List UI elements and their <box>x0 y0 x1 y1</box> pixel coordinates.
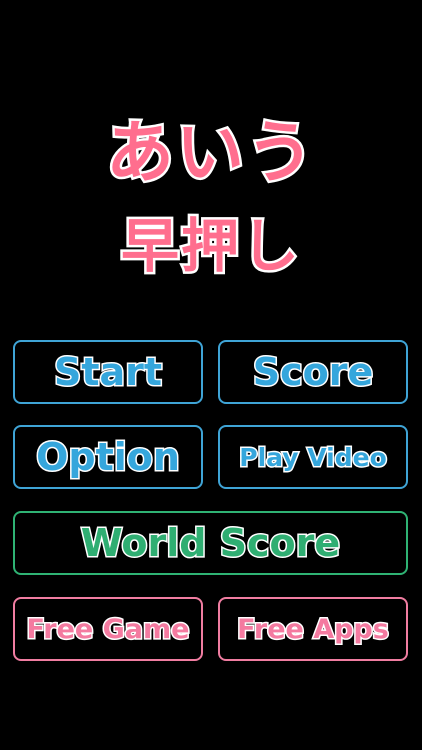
free-apps-button[interactable]: Free Apps <box>218 597 408 661</box>
game-subtitle: 早押し <box>118 210 301 283</box>
start-button[interactable]: Start <box>13 340 203 404</box>
option-button[interactable]: Option <box>13 425 203 489</box>
world-score-button[interactable]: World Score <box>13 511 408 575</box>
free-game-button[interactable]: Free Game <box>13 597 203 661</box>
score-button[interactable]: Score <box>218 340 408 404</box>
play-video-button[interactable]: Play Video <box>218 425 408 489</box>
game-title: あいう <box>103 112 316 196</box>
